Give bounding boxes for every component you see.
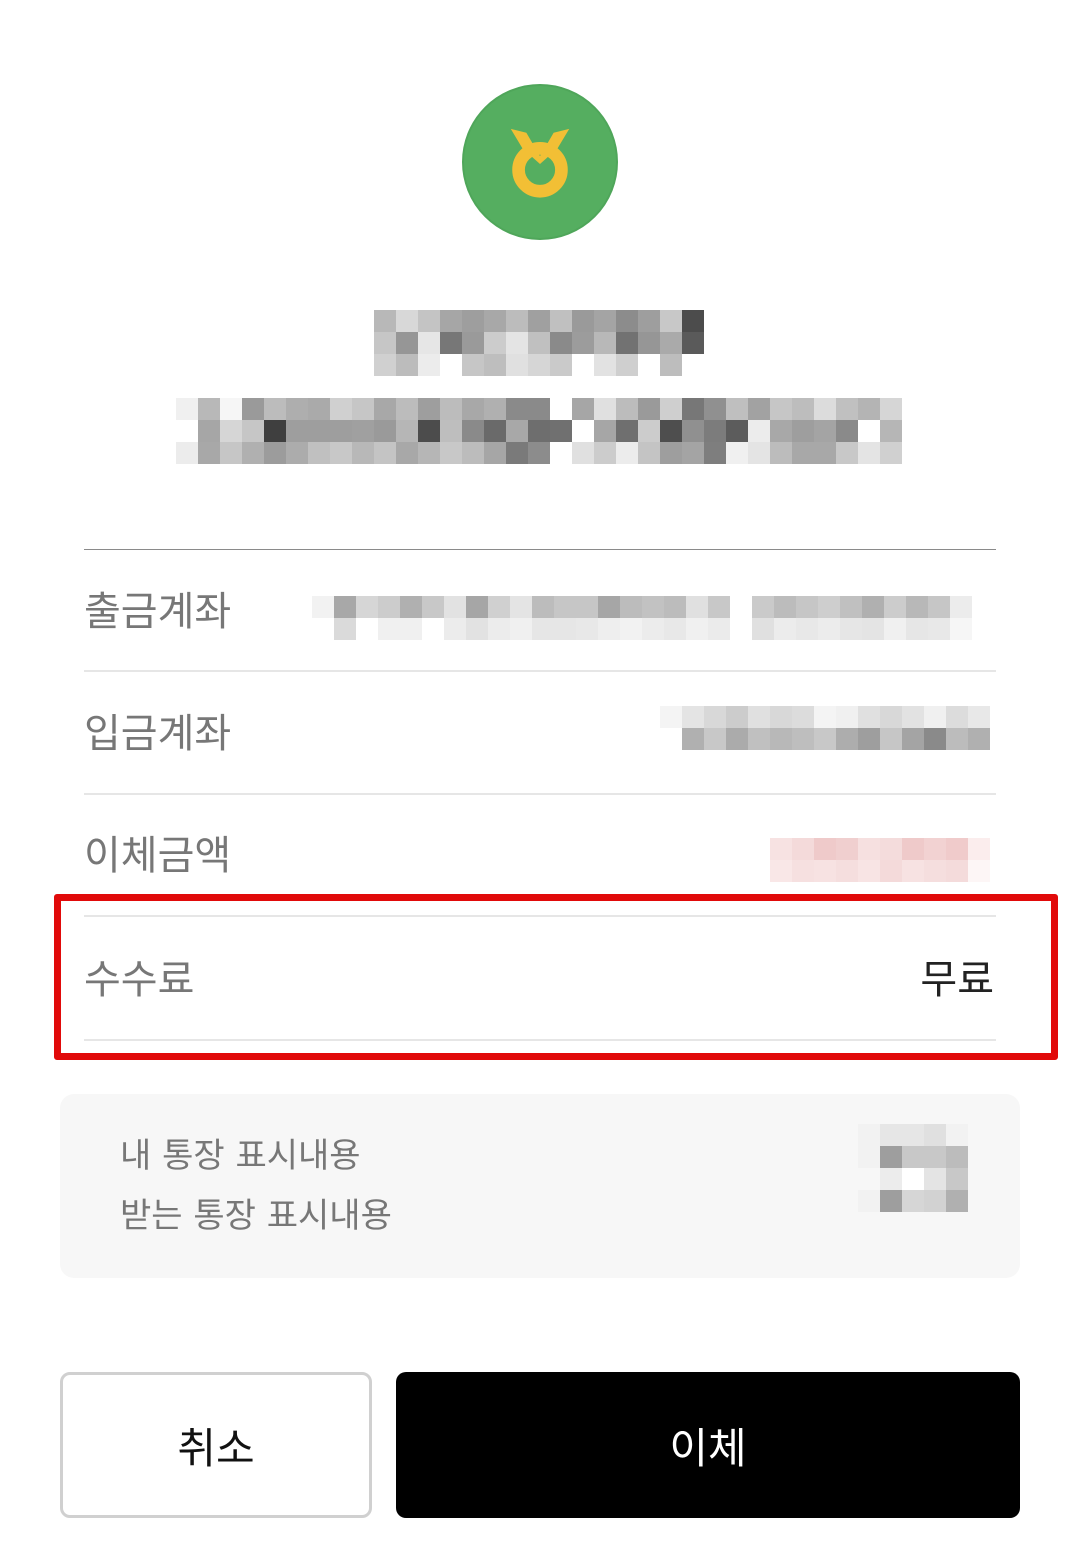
cancel-button[interactable]: 취소 — [60, 1372, 372, 1518]
withdraw-account-label: 출금계좌 — [84, 589, 232, 635]
row-divider — [84, 670, 996, 672]
nh-bank-logo-icon — [510, 128, 570, 198]
transfer-button[interactable]: 이체 — [396, 1372, 1020, 1518]
transfer-amount-label: 이체금액 — [84, 833, 232, 879]
recipient-name-redacted — [374, 310, 704, 376]
recipient-account-redacted — [176, 398, 902, 464]
fee-highlight-box — [54, 894, 1058, 1060]
bank-logo-icon — [462, 84, 618, 240]
deposit-account-label: 입금계좌 — [84, 711, 232, 757]
my-account-memo-label: 내 통장 표시내용 — [120, 1136, 361, 1176]
memo-section[interactable]: 내 통장 표시내용 받는 통장 표시내용 — [60, 1094, 1020, 1278]
row-divider — [84, 793, 996, 795]
memo-values-redacted — [858, 1124, 968, 1212]
recipient-account-memo-label: 받는 통장 표시내용 — [120, 1196, 392, 1236]
top-divider — [84, 549, 996, 550]
deposit-account-value-redacted — [660, 706, 990, 750]
withdraw-account-value-redacted — [312, 596, 972, 640]
transfer-amount-value-redacted — [770, 838, 990, 882]
